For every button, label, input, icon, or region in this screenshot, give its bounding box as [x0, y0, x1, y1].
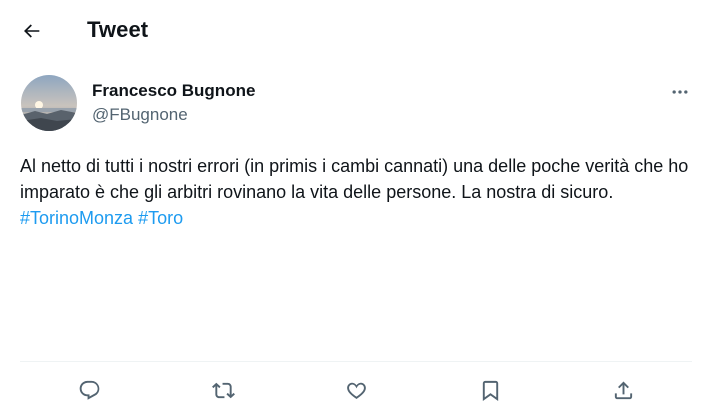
divider [20, 361, 692, 362]
more-options-button[interactable] [664, 80, 696, 104]
author-name[interactable]: Francesco Bugnone [92, 81, 255, 101]
reply-button[interactable] [74, 376, 104, 402]
back-button[interactable] [14, 15, 50, 47]
reply-icon [79, 380, 99, 400]
like-button[interactable] [341, 376, 371, 402]
page-title: Tweet [87, 17, 149, 42]
share-button[interactable] [608, 376, 638, 402]
bookmark-button[interactable] [475, 376, 505, 402]
avatar-image [21, 75, 77, 131]
bookmark-icon [482, 380, 498, 401]
hashtag-link[interactable]: #TorinoMonza [20, 208, 133, 228]
like-icon [346, 382, 366, 399]
more-horizontal-icon [672, 90, 688, 94]
top-bar: Tweet [0, 0, 712, 62]
hashtag-link[interactable]: #Toro [138, 208, 183, 228]
retweet-icon [211, 382, 235, 398]
arrow-left-icon [24, 24, 40, 38]
share-icon [614, 380, 632, 399]
tweet-text: Al netto di tutti i nostri errori (in pr… [20, 153, 692, 231]
author-handle[interactable]: @FBugnone [92, 105, 188, 125]
avatar[interactable] [21, 75, 77, 131]
tweet-body: Al netto di tutti i nostri errori (in pr… [20, 156, 689, 202]
retweet-button[interactable] [208, 376, 238, 402]
